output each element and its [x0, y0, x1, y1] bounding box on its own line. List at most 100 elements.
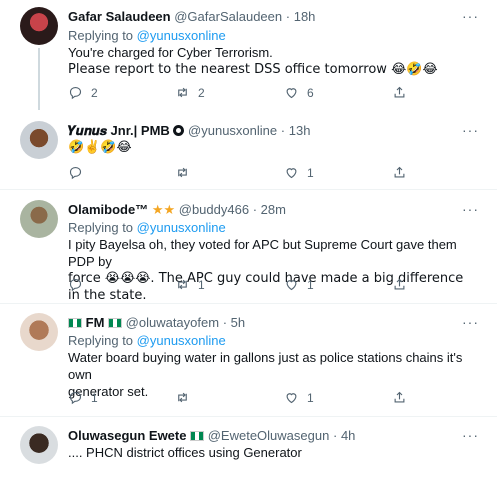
- nigeria-flag-icon: [68, 318, 82, 328]
- avatar[interactable]: [20, 313, 58, 351]
- retweet-icon: [178, 279, 187, 290]
- author-name[interactable]: Gafar Salaudeen: [68, 9, 171, 24]
- tweet-text-line: I pity Bayelsa oh, they voted for APC bu…: [68, 237, 457, 269]
- author-name[interactable]: Oluwasegun Ewete: [68, 428, 186, 443]
- more-options-icon[interactable]: ···: [462, 314, 479, 330]
- retweet-count: 2: [198, 85, 205, 100]
- replying-to: Replying to @yunusxonline: [68, 332, 226, 349]
- replying-to-link[interactable]: @yunusxonline: [137, 28, 226, 43]
- reply-icon: [69, 86, 82, 100]
- tweet-text-line: Please report to the nearest DSS office …: [68, 62, 438, 77]
- separator-dot: ·: [332, 428, 338, 443]
- separator-dot: ·: [285, 9, 291, 24]
- reply-count: 2: [91, 85, 98, 100]
- reply-button[interactable]: [68, 277, 91, 292]
- reply-button[interactable]: [68, 165, 91, 180]
- star-icon: ★★: [151, 202, 176, 217]
- timestamp[interactable]: 5h: [231, 315, 245, 330]
- author-handle[interactable]: @buddy466: [179, 202, 249, 217]
- tweet-1[interactable]: Gafar Salaudeen @GafarSalaudeen · 18h ··…: [0, 0, 497, 110]
- author-handle[interactable]: @oluwatayofem: [126, 315, 219, 330]
- author-name[interactable]: FM: [86, 315, 105, 330]
- reply-button[interactable]: 2: [68, 85, 98, 100]
- like-count: 6: [307, 85, 314, 100]
- author-handle[interactable]: @GafarSalaudeen: [174, 9, 282, 24]
- avatar[interactable]: [20, 200, 58, 238]
- tweet-actions: 2 2 6: [68, 85, 418, 103]
- reply-icon: [69, 391, 82, 405]
- share-button[interactable]: [392, 165, 407, 180]
- tweet-text: 🤣✌️🤣😂: [68, 140, 132, 155]
- tweet-actions: 1: [68, 165, 418, 183]
- retweet-button[interactable]: [175, 390, 198, 405]
- tweet-2[interactable]: 𝒀𝒖𝒏𝒖𝒔 Jnr.| PMB @yunusxonline · 13h ··· …: [0, 112, 497, 188]
- replying-to-link[interactable]: @yunusxonline: [137, 333, 226, 348]
- timestamp[interactable]: 18h: [294, 9, 316, 24]
- like-button[interactable]: 1: [284, 277, 314, 292]
- replying-to-link[interactable]: @yunusxonline: [137, 220, 226, 235]
- tweet-text: .... PHCN district offices using Generat…: [68, 445, 302, 460]
- retweet-button[interactable]: 2: [175, 85, 205, 100]
- replying-to-label: Replying to: [68, 28, 134, 43]
- timestamp[interactable]: 13h: [289, 123, 311, 138]
- retweet-count: 1: [198, 277, 205, 292]
- reply-button[interactable]: 1: [68, 390, 98, 405]
- share-icon: [394, 166, 405, 178]
- avatar[interactable]: [20, 7, 58, 45]
- share-button[interactable]: [392, 85, 407, 100]
- tweet-text: You're charged for Cyber Terrorism. Plea…: [68, 44, 477, 78]
- heart-icon: [286, 280, 297, 291]
- replying-to-label: Replying to: [68, 220, 134, 235]
- separator-dot: ·: [222, 315, 228, 330]
- author-handle[interactable]: @yunusxonline: [188, 123, 277, 138]
- reply-count: 1: [91, 390, 98, 405]
- tweet-actions: 1 1: [68, 277, 418, 295]
- replying-to-label: Replying to: [68, 333, 134, 348]
- nigeria-flag-icon: [190, 431, 205, 441]
- tweet-text-line: Water board buying water in gallons just…: [68, 350, 463, 382]
- like-count: 1: [307, 277, 314, 292]
- share-icon: [394, 278, 405, 290]
- like-button[interactable]: 1: [284, 165, 314, 180]
- share-icon: [394, 86, 405, 98]
- separator-dot: ·: [280, 123, 286, 138]
- share-button[interactable]: [392, 390, 407, 405]
- share-icon: [394, 391, 405, 403]
- author-name[interactable]: 𝒀𝒖𝒏𝒖𝒔 Jnr.| PMB: [68, 123, 170, 138]
- reply-icon: [69, 166, 82, 180]
- retweet-button[interactable]: [175, 165, 198, 180]
- tweet-actions: 1 1: [68, 390, 418, 408]
- heart-icon: [286, 393, 297, 404]
- separator-dot: ·: [252, 202, 258, 217]
- tweet-5[interactable]: Oluwasegun Ewete @EweteOluwasegun · 4h ·…: [0, 417, 497, 484]
- tweet-text-line: You're charged for Cyber Terrorism.: [68, 45, 273, 60]
- retweet-icon: [178, 392, 187, 403]
- heart-icon: [286, 168, 297, 179]
- more-options-icon[interactable]: ···: [462, 8, 479, 24]
- author-handle[interactable]: @EweteOluwasegun: [208, 428, 330, 443]
- author-name[interactable]: Olamibode™: [68, 202, 148, 217]
- tweet-header: FM @oluwatayofem · 5h: [68, 314, 457, 331]
- share-button[interactable]: [392, 277, 407, 292]
- avatar[interactable]: [20, 426, 58, 464]
- timestamp[interactable]: 4h: [341, 428, 355, 443]
- like-count: 1: [307, 165, 314, 180]
- nigeria-flag-icon: [108, 318, 123, 328]
- like-button[interactable]: 1: [284, 390, 314, 405]
- like-count: 1: [307, 390, 314, 405]
- avatar[interactable]: [20, 121, 58, 159]
- tweet-4[interactable]: FM @oluwatayofem · 5h ··· Replying to @y…: [0, 304, 497, 414]
- tweet-header: Oluwasegun Ewete @EweteOluwasegun · 4h: [68, 427, 457, 444]
- reply-icon: [69, 278, 82, 292]
- retweet-icon: [178, 87, 187, 98]
- retweet-button[interactable]: 1: [175, 277, 205, 292]
- more-options-icon[interactable]: ···: [462, 427, 479, 443]
- thread-line: [38, 48, 40, 110]
- like-button[interactable]: 6: [284, 85, 314, 100]
- more-options-icon[interactable]: ···: [462, 122, 479, 138]
- tweet-3[interactable]: Olamibode™ ★★ @buddy466 · 28m ··· Replyi…: [0, 190, 497, 303]
- retweet-icon: [178, 167, 187, 178]
- more-options-icon[interactable]: ···: [462, 201, 479, 217]
- timestamp[interactable]: 28m: [261, 202, 286, 217]
- heart-icon: [286, 88, 297, 99]
